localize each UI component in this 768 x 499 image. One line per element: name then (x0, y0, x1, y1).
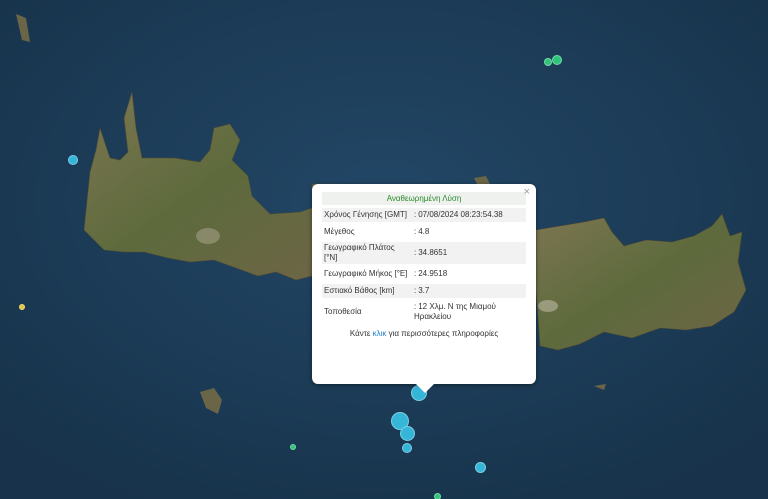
row-focal-depth: Εστιακό Βάθος [km] :3.7 (322, 284, 526, 298)
earthquake-marker[interactable] (19, 304, 25, 310)
earthquake-info-popup: × Αναθεωρημένη Λύση Χρόνος Γένησης [GMT]… (312, 184, 536, 393)
earthquake-marker[interactable] (433, 492, 441, 499)
earthquake-marker[interactable] (290, 444, 296, 450)
row-value: 4.8 (418, 227, 430, 236)
earthquake-marker[interactable] (544, 58, 552, 66)
earthquake-marker[interactable] (68, 155, 78, 165)
more-info: Κάντε κλικ για περισσότερες πληροφορίες (349, 329, 499, 338)
earthquake-marker[interactable] (402, 443, 412, 453)
row-label: Μέγεθος (324, 227, 355, 236)
row-value: 3.7 (418, 286, 430, 295)
row-origin-time: Χρόνος Γένησης [GMT] :07/08/2024 08:23:5… (322, 208, 526, 222)
row-value: 07/08/2024 08:23:54.38 (418, 210, 503, 219)
row-location: Τοποθεσία :12 Χλμ. Ν της Μιαμού Ηρακλείο… (322, 301, 526, 323)
row-label: Χρόνος Γένησης [GMT] (324, 210, 407, 219)
row-value: 12 Χλμ. Ν της Μιαμού Ηρακλείου (414, 302, 496, 321)
dikti-highlight (538, 300, 558, 312)
lefka-ori-highlight (196, 228, 220, 244)
row-value: 34.8651 (418, 248, 448, 257)
close-icon[interactable]: × (524, 187, 530, 198)
row-label: Γεωγραφικό Πλάτος [°N] (324, 243, 395, 262)
row-latitude: Γεωγραφικό Πλάτος [°N] :34.8651 (322, 242, 526, 264)
row-label: Τοποθεσία (324, 307, 362, 316)
popup-title: Αναθεωρημένη Λύση (322, 192, 526, 205)
earthquake-marker[interactable] (474, 461, 486, 473)
more-info-link[interactable]: κλικ (373, 329, 387, 338)
earthquake-marker[interactable] (399, 425, 415, 441)
earthquake-marker[interactable] (552, 55, 562, 65)
satellite-map[interactable]: × Αναθεωρημένη Λύση Χρόνος Γένησης [GMT]… (0, 0, 768, 499)
row-label: Γεωγραφικό Μήκος [°E] (324, 269, 408, 278)
row-value: 24.9518 (418, 269, 448, 278)
row-magnitude: Μέγεθος :4.8 (322, 225, 526, 239)
row-label: Εστιακό Βάθος [km] (324, 286, 395, 295)
row-longitude: Γεωγραφικό Μήκος [°E] :24.9518 (322, 267, 526, 281)
